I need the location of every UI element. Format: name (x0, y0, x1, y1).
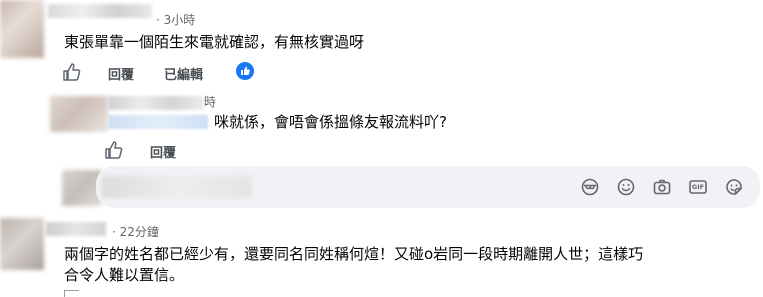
like-reaction-icon (236, 62, 254, 80)
like-icon[interactable] (104, 140, 124, 160)
gif-label: GIF (691, 183, 705, 191)
avatar-frame-icon[interactable] (580, 177, 600, 197)
emoji-icon[interactable] (616, 177, 636, 197)
camera-icon[interactable] (652, 177, 672, 197)
comment-text: 東張單靠一個陌生來電就確認，有無核實過呀 (64, 33, 365, 51)
edited-label[interactable]: 已編輯 (164, 64, 203, 83)
like-icon[interactable] (62, 62, 82, 82)
avatar[interactable] (50, 96, 108, 132)
commenter-name[interactable] (48, 4, 152, 18)
avatar[interactable] (0, 0, 44, 58)
mentioned-user-tag[interactable] (108, 115, 208, 129)
comment-input[interactable]: GIF (96, 166, 760, 208)
gif-icon[interactable]: GIF (688, 177, 708, 197)
comment-timestamp[interactable]: 時 (204, 93, 216, 110)
comment-text: 咪就係，會唔會係搵條友報流料吖? (214, 113, 447, 131)
reply-button[interactable]: 回覆 (108, 64, 134, 83)
comment-text-line-2: 合令人難以置信。 (64, 266, 185, 284)
commenter-name[interactable] (46, 222, 106, 236)
avatar[interactable] (0, 218, 44, 270)
comment-timestamp[interactable]: · 22分鐘 (112, 223, 159, 240)
reply-button[interactable]: 回覆 (150, 142, 176, 161)
sticker-icon[interactable] (724, 177, 744, 197)
comment-timestamp[interactable]: · 3小時 (156, 11, 195, 28)
comment-text-line-1: 兩個字的姓名都已經少有，還要同名同姓稱何煊！又碰o岩同一段時期離開人世；這樣巧 (64, 245, 644, 263)
commenter-name[interactable] (108, 96, 204, 110)
